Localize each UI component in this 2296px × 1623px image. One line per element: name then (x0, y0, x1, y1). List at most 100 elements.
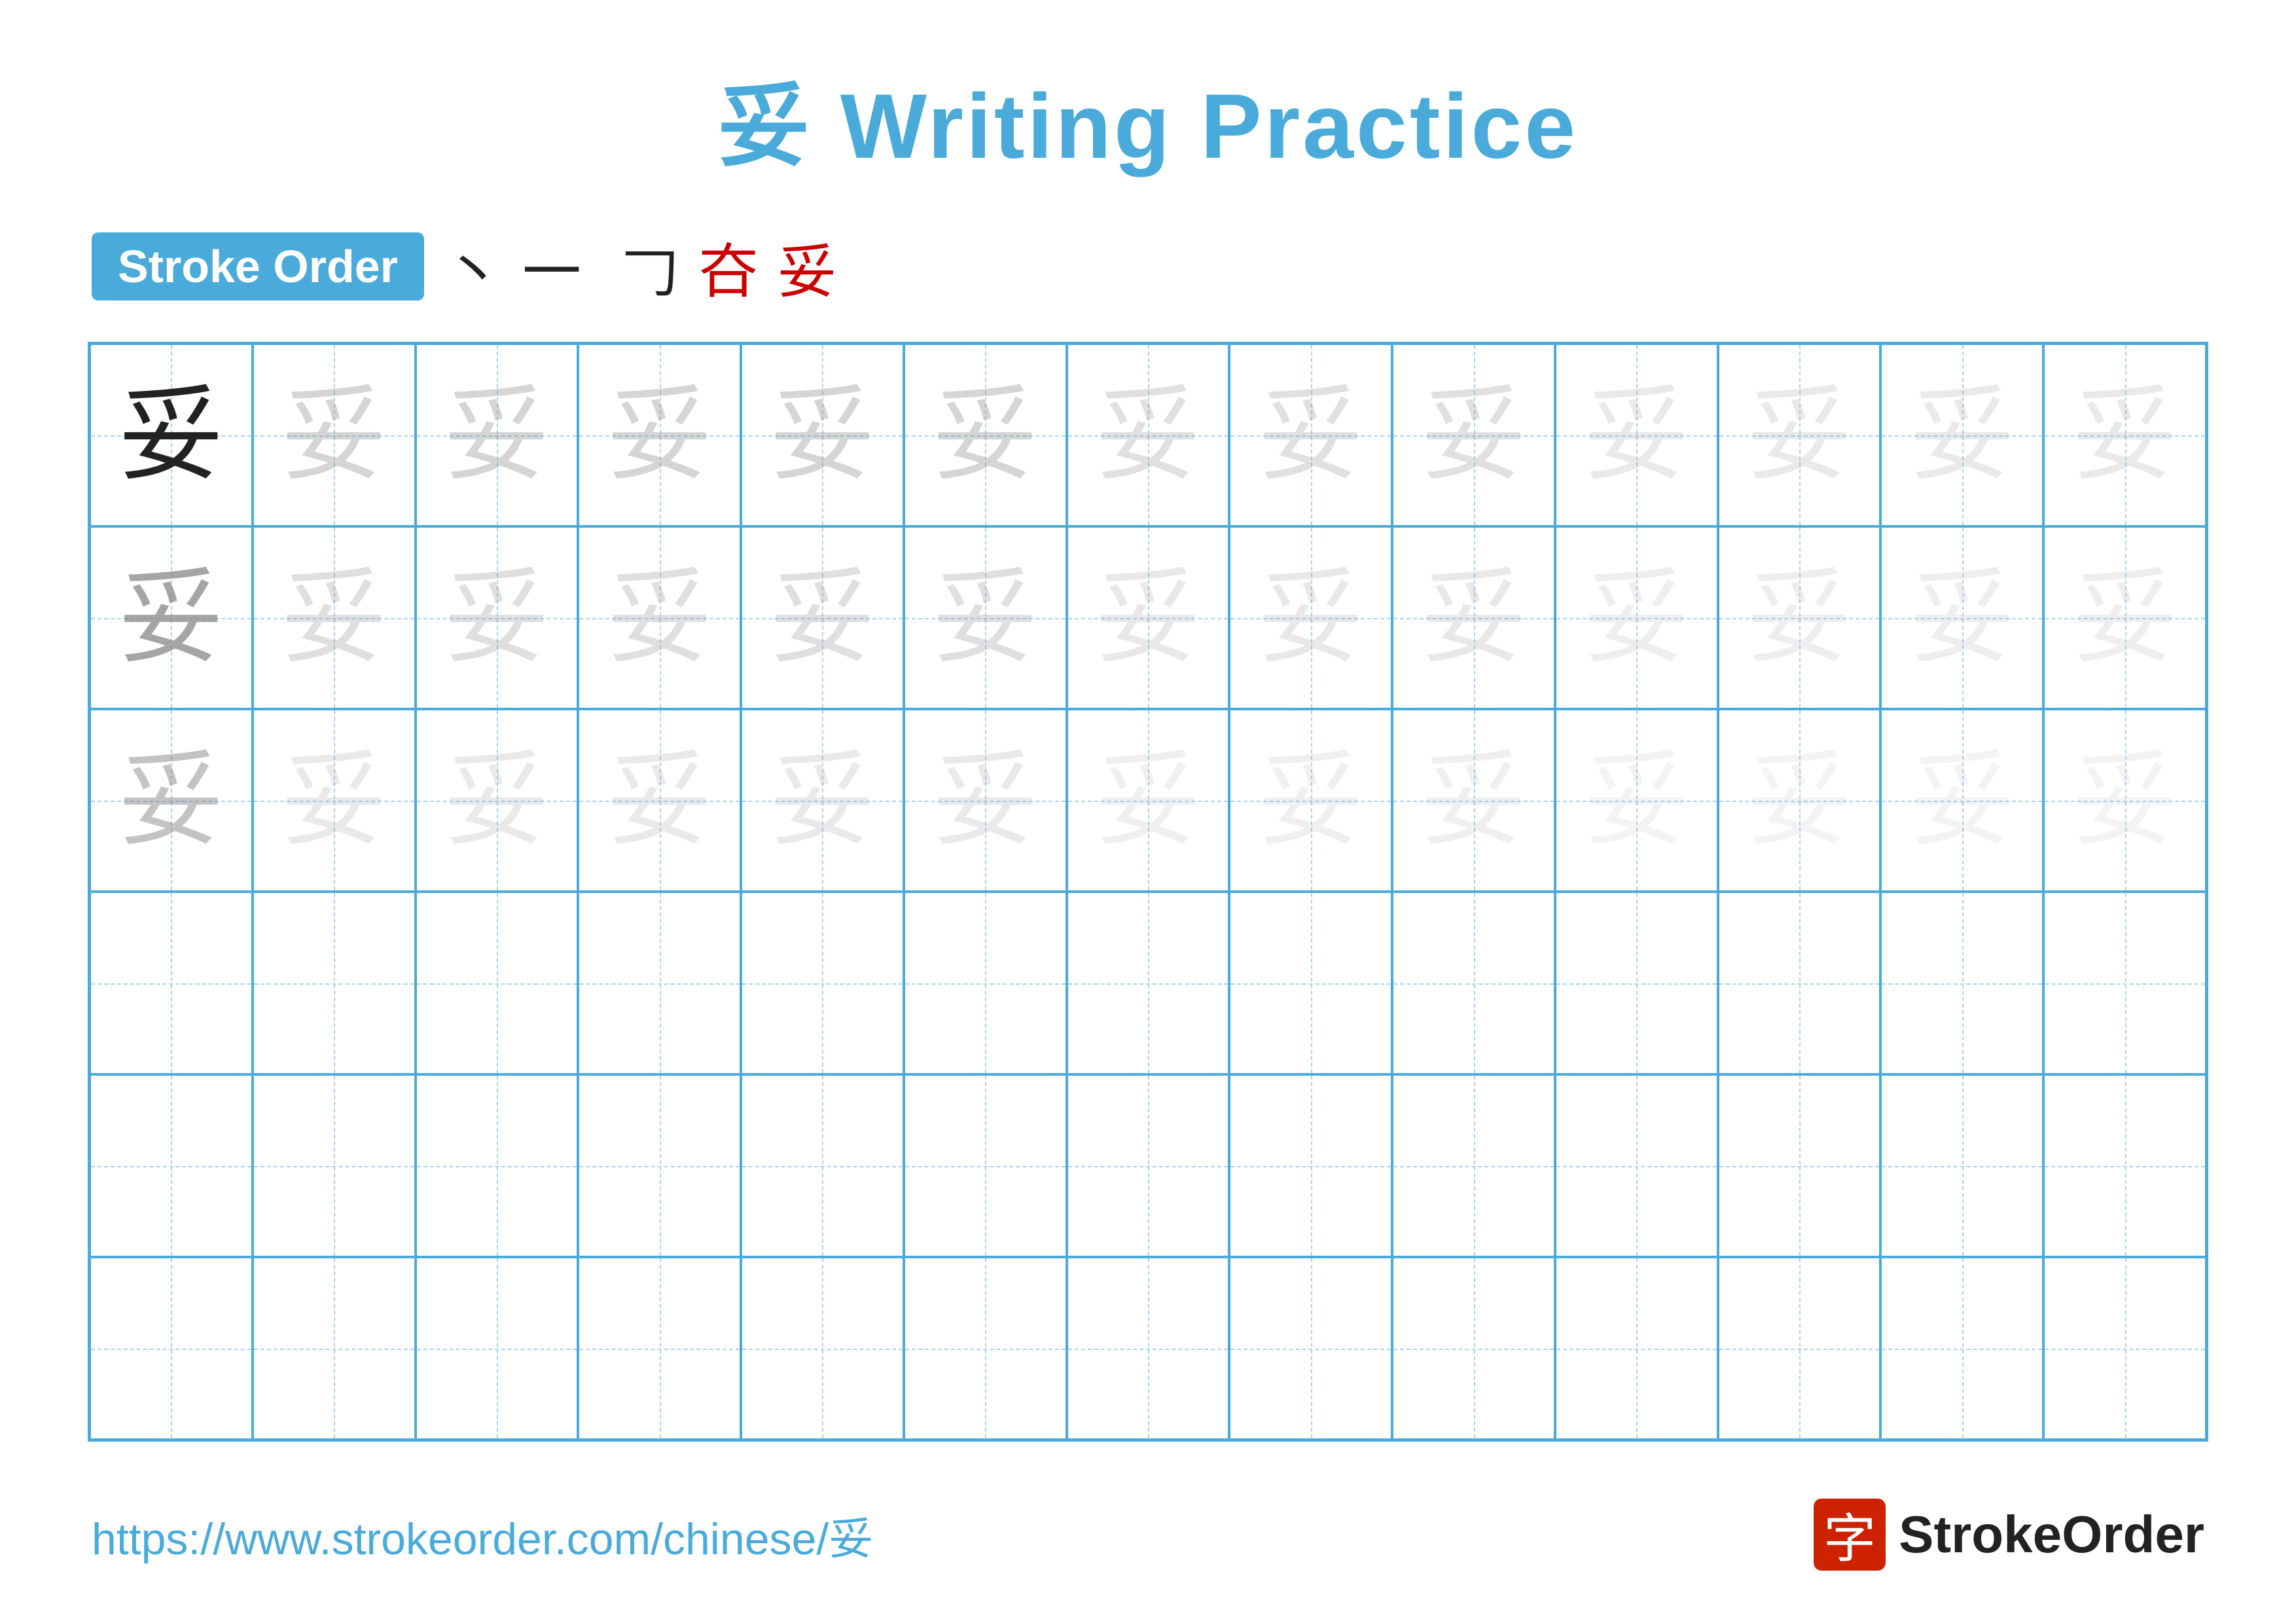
grid-cell (416, 1257, 579, 1440)
grid-cell (90, 1074, 253, 1257)
grid-char: 妥 (118, 566, 223, 670)
grid-cell: 妥 (1555, 344, 1718, 526)
grid-char: 妥 (1259, 566, 1363, 670)
grid-cell: 妥 (416, 526, 579, 709)
grid-char: 妥 (770, 383, 874, 488)
grid-cell: 妥 (2043, 526, 2206, 709)
grid-cell: 妥 (90, 709, 253, 892)
grid-char: 妥 (607, 566, 712, 670)
grid-cell (2043, 892, 2206, 1074)
grid-cell: 妥 (741, 344, 904, 526)
footer-logo: 字 StrokeOrder (1814, 1499, 2204, 1571)
grid-char: 妥 (1910, 748, 2015, 853)
grid-char: 妥 (1747, 748, 1852, 853)
grid-cell (904, 892, 1067, 1074)
title-text: Writing Practice (812, 75, 1578, 177)
grid-cell (1880, 892, 2043, 1074)
grid-cell: 妥 (1555, 709, 1718, 892)
grid-cell (1718, 892, 1881, 1074)
grid-cell: 妥 (2043, 709, 2206, 892)
grid-char: 妥 (2073, 748, 2178, 853)
grid-cell (1067, 1257, 1230, 1440)
grid-cell: 妥 (578, 344, 741, 526)
stroke-step-1: 丶 (444, 224, 503, 309)
grid-cell (1555, 892, 1718, 1074)
grid-char: 妥 (607, 748, 712, 853)
grid-cell: 妥 (253, 526, 416, 709)
grid-cell (90, 892, 253, 1074)
grid-char: 妥 (1910, 383, 2015, 488)
grid-cell (904, 1074, 1067, 1257)
grid-char: 妥 (933, 566, 1037, 670)
stroke-step-5: 夻 (699, 224, 758, 309)
grid-cell: 妥 (1229, 709, 1392, 892)
grid-char: 妥 (1747, 383, 1852, 488)
grid-cell: 妥 (1392, 709, 1555, 892)
grid-cell (1067, 892, 1230, 1074)
grid-cell: 妥 (578, 526, 741, 709)
grid-char: 妥 (1584, 383, 1689, 488)
grid-char: 妥 (281, 383, 386, 488)
grid-cell: 妥 (1555, 526, 1718, 709)
grid-cell (1392, 892, 1555, 1074)
title-character: 妥 (718, 75, 812, 177)
grid-char: 妥 (1584, 566, 1689, 670)
stroke-step-6: 妥 (778, 224, 836, 309)
grid-cell: 妥 (253, 344, 416, 526)
grid-char: 妥 (444, 566, 549, 670)
grid-cell: 妥 (1229, 344, 1392, 526)
grid-cell (1392, 1074, 1555, 1257)
grid-cell: 妥 (1229, 526, 1392, 709)
grid-char: 妥 (1422, 383, 1526, 488)
logo-icon: 字 (1814, 1499, 1886, 1571)
grid-cell (253, 1257, 416, 1440)
grid-char: 妥 (1259, 383, 1363, 488)
stroke-order-badge: Stroke Order (92, 232, 424, 301)
grid-char: 妥 (281, 566, 386, 670)
grid-cell (1555, 1074, 1718, 1257)
grid-cell (1718, 1074, 1881, 1257)
grid-char: 妥 (1096, 748, 1200, 853)
grid-cell (578, 1074, 741, 1257)
grid-cell (2043, 1074, 2206, 1257)
grid-cell: 妥 (1880, 344, 2043, 526)
grid-cell: 妥 (416, 709, 579, 892)
grid-cell (1229, 1257, 1392, 1440)
grid-char: 妥 (118, 383, 223, 488)
grid-cell: 妥 (1392, 526, 1555, 709)
grid-char: 妥 (1259, 748, 1363, 853)
grid-char: 妥 (1096, 566, 1200, 670)
grid-cell: 妥 (1067, 526, 1230, 709)
grid-char: 妥 (933, 383, 1037, 488)
grid-cell (1555, 1257, 1718, 1440)
grid-cell (904, 1257, 1067, 1440)
stroke-step-2: 一 (522, 224, 581, 309)
logo-text: StrokeOrder (1899, 1504, 2204, 1565)
grid-cell: 妥 (1880, 709, 2043, 892)
grid-cell: 妥 (1067, 344, 1230, 526)
logo-character: 字 (1823, 1497, 1876, 1573)
grid-cell: 妥 (416, 344, 579, 526)
grid-cell: 妥 (1880, 526, 2043, 709)
grid-cell: 妥 (741, 709, 904, 892)
grid-cell: 妥 (253, 709, 416, 892)
grid-cell: 妥 (1718, 526, 1881, 709)
grid-cell: 妥 (1718, 344, 1881, 526)
grid-cell: 妥 (904, 526, 1067, 709)
grid-cell: 妥 (904, 709, 1067, 892)
grid-cell: 妥 (904, 344, 1067, 526)
page: 妥 Writing Practice Stroke Order 丶 一 𠃆 𠃌 … (0, 0, 2296, 1623)
grid-char: 妥 (2073, 566, 2178, 670)
grid-cell (253, 1074, 416, 1257)
grid-char: 妥 (607, 383, 712, 488)
grid-cell (1880, 1074, 2043, 1257)
grid-cell: 妥 (578, 709, 741, 892)
grid-char: 妥 (770, 566, 874, 670)
grid-cell (1392, 1257, 1555, 1440)
grid-cell (416, 1074, 579, 1257)
grid-cell (578, 1257, 741, 1440)
grid-char: 妥 (1910, 566, 2015, 670)
practice-grid: 妥妥妥妥妥妥妥妥妥妥妥妥妥妥妥妥妥妥妥妥妥妥妥妥妥妥妥妥妥妥妥妥妥妥妥妥妥妥妥 (88, 342, 2208, 1442)
grid-cell: 妥 (1718, 709, 1881, 892)
page-title: 妥 Writing Practice (718, 52, 1578, 185)
